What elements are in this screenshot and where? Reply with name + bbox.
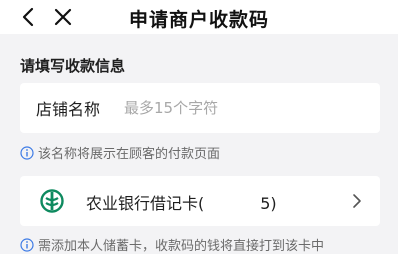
card-number-mask [204, 195, 261, 209]
store-name-card: 店铺名称 [20, 83, 380, 133]
bank-card-label: 农业银行借记卡( 5) [86, 190, 277, 214]
store-name-input[interactable] [124, 94, 364, 122]
store-name-label: 店铺名称 [36, 100, 101, 119]
bank-card-row[interactable]: 农业银行借记卡( 5) [20, 176, 380, 226]
bank-card-name: 农业银行借记卡( [86, 194, 205, 213]
store-name-hint-text: 该名称将展示在顾客的付款页面 [38, 147, 221, 162]
bank-card-hint: 需添加本人储蓄卡，收款码的钱将直接打到该卡中 [20, 235, 324, 254]
info-icon [20, 238, 34, 252]
store-name-hint: 该名称将展示在顾客的付款页面 [20, 143, 220, 162]
page-title: 申请商户收款码 [128, 9, 269, 31]
info-icon [20, 146, 34, 160]
bank-card-hint-text: 需添加本人储蓄卡，收款码的钱将直接打到该卡中 [38, 239, 325, 254]
section-heading: 请填写收款信息 [20, 57, 126, 75]
chevron-right-icon [353, 194, 361, 208]
bank-card-suffix: 5) [260, 194, 277, 213]
nav-bar: 申请商户收款码 [0, 0, 398, 34]
abc-bank-logo-icon [40, 189, 64, 213]
